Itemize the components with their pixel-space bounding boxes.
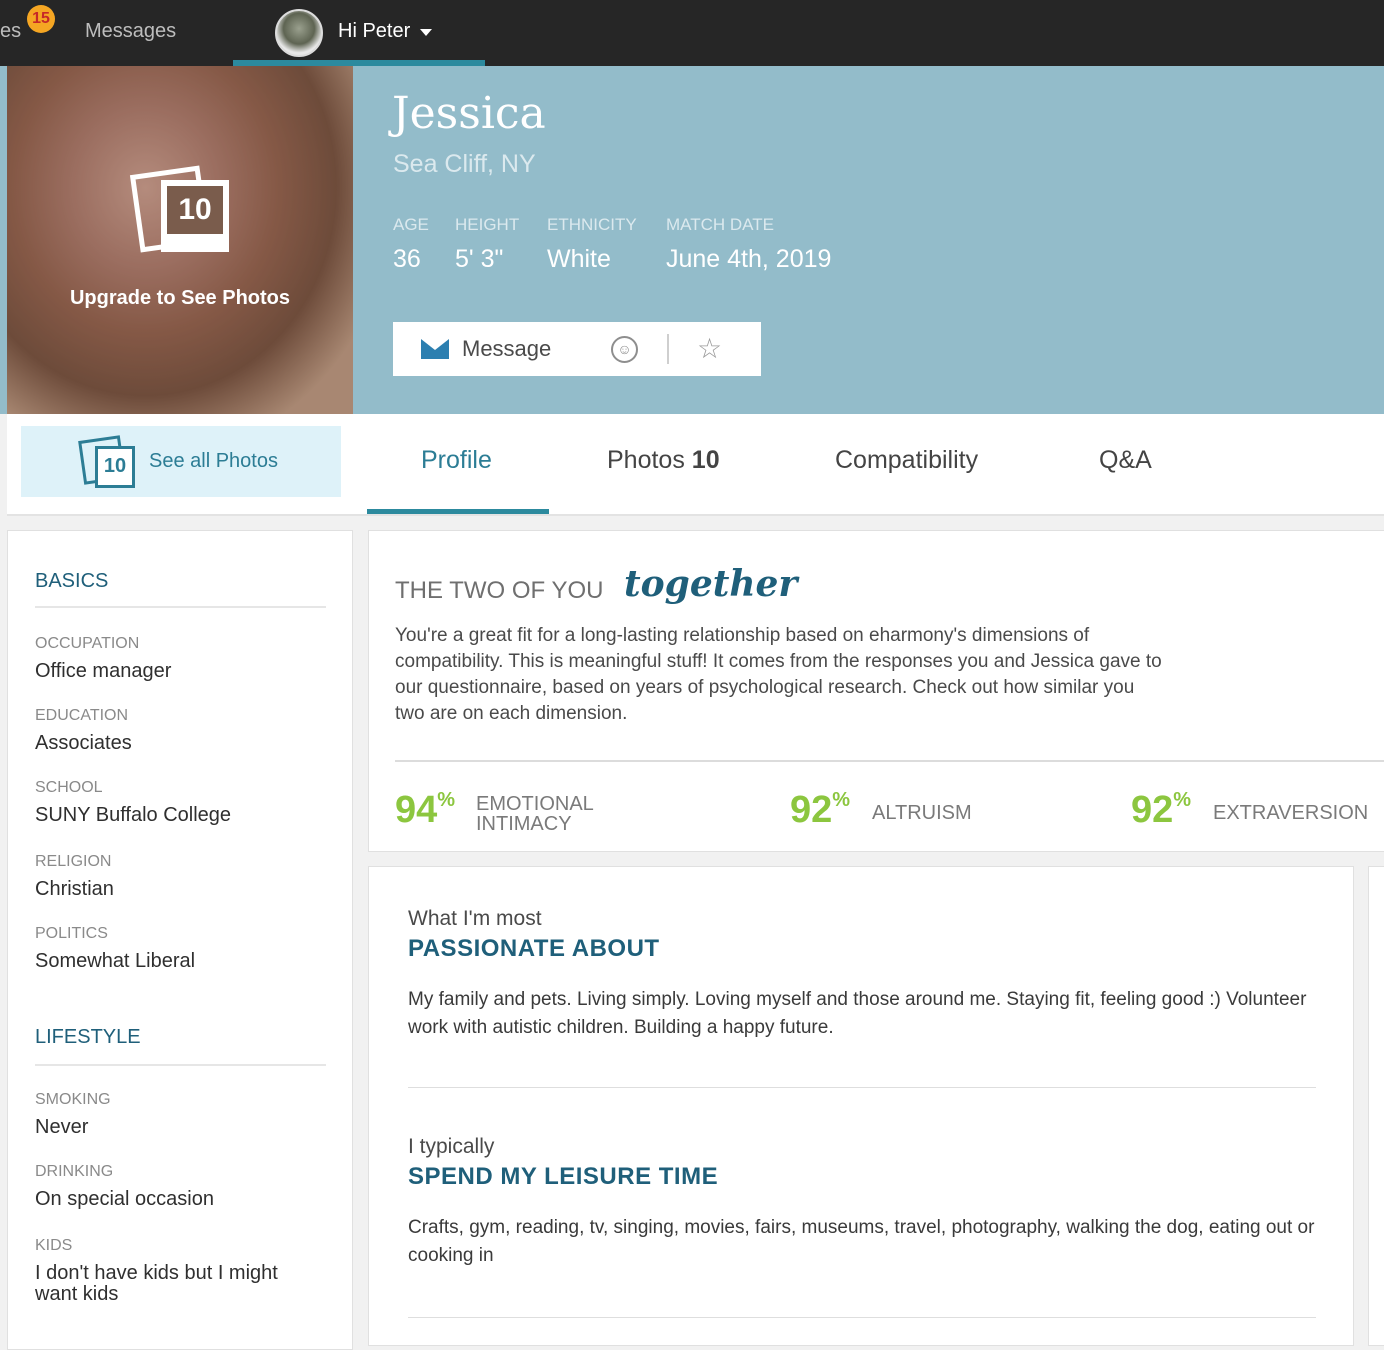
profile-photo-blurred[interactable]: 10 Upgrade to See Photos	[7, 66, 353, 414]
tab-qa[interactable]: Q&A	[1099, 446, 1152, 475]
essay-title: SPEND MY LEISURE TIME	[408, 1163, 719, 1190]
compat-script-word: together	[624, 563, 798, 605]
user-greeting: Hi Peter	[338, 20, 411, 42]
tab-compatibility[interactable]: Compatibility	[835, 446, 978, 475]
action-bar: Message ☺ ☆	[393, 322, 761, 376]
essay-prefix: I typically	[408, 1135, 495, 1158]
profile-name: Jessica	[392, 88, 546, 139]
user-avatar	[275, 9, 323, 57]
nav-item-partial[interactable]: es	[0, 20, 21, 43]
metric-percent: 92%	[790, 789, 850, 832]
stat-height: HEIGHT 5' 3"	[455, 215, 519, 274]
field-value: I don't have kids but I might	[35, 1262, 278, 1284]
user-menu[interactable]: Hi Peter	[233, 0, 485, 66]
field-value: SUNY Buffalo College	[35, 804, 232, 826]
metric-value: 94	[395, 789, 438, 831]
field-value: Somewhat Liberal	[35, 950, 196, 972]
star-icon[interactable]: ☆	[697, 332, 722, 365]
metric-unit: %	[832, 789, 851, 811]
stat-label: ETHNICITY	[547, 215, 637, 234]
essay-divider	[408, 1087, 1316, 1088]
nav-item-messages[interactable]: Messages	[85, 20, 176, 43]
field-label: SCHOOL	[35, 779, 103, 796]
photo-stack-icon: 10	[129, 164, 231, 254]
see-all-photos-button[interactable]: 10 See all Photos	[21, 426, 341, 497]
compat-divider	[395, 760, 1384, 762]
stat-value: 5' 3"	[455, 245, 504, 273]
essay-title: PASSIONATE ABOUT	[408, 935, 660, 962]
photos-icon: 10	[78, 435, 139, 490]
metric-percent: 92%	[1131, 789, 1191, 832]
field-label: DRINKING	[35, 1163, 114, 1180]
essay-divider	[408, 1317, 1316, 1318]
stat-value: White	[547, 245, 611, 273]
upgrade-to-see-photos[interactable]: Upgrade to See Photos	[7, 287, 353, 310]
stat-match-date: MATCH DATE June 4th, 2019	[666, 215, 831, 274]
field-label: SMOKING	[35, 1091, 111, 1108]
stat-label: HEIGHT	[455, 215, 520, 234]
field-value: Office manager	[35, 660, 172, 682]
see-all-photos-label: See all Photos	[149, 450, 278, 472]
essay-body: Crafts, gym, reading, tv, singing, movie…	[408, 1217, 1315, 1266]
tab-profile[interactable]: Profile	[421, 446, 492, 475]
metric-label: ALTRUISM	[872, 802, 972, 824]
metric-label: INTIMACY	[476, 813, 572, 835]
metric-unit: %	[437, 789, 456, 811]
field-label: KIDS	[35, 1237, 73, 1254]
stat-value: 36	[393, 245, 421, 273]
envelope-icon[interactable]	[421, 339, 449, 359]
lifestyle-title: LIFESTYLE	[35, 1026, 141, 1048]
top-nav: es 15 Messages Hi Peter	[0, 0, 1384, 66]
photos-icon-count: 10	[95, 446, 135, 488]
stat-value: June 4th, 2019	[666, 245, 832, 273]
field-value: On special occasion	[35, 1188, 214, 1210]
field-value: Associates	[35, 732, 132, 754]
metric-unit: %	[1173, 789, 1192, 811]
metric-value: 92	[1131, 789, 1174, 831]
stat-label: AGE	[393, 215, 429, 234]
essays-card: What I'm most PASSIONATE ABOUT My family…	[368, 866, 1354, 1346]
field-label: POLITICS	[35, 925, 108, 942]
smile-icon[interactable]: ☺	[611, 336, 638, 363]
details-card: BASICS OCCUPATION Office manager EDUCATI…	[7, 530, 353, 1350]
field-label: OCCUPATION	[35, 635, 140, 652]
active-tab-indicator	[367, 509, 549, 514]
stat-ethnicity: ETHNICITY White	[547, 215, 637, 274]
metric-label: EMOTIONAL	[476, 793, 594, 815]
action-divider	[667, 334, 669, 364]
tab-photos[interactable]: Photos 10	[607, 446, 720, 475]
stat-age: AGE 36	[393, 215, 429, 274]
compatibility-card: THE TWO OF YOU together You're a great f…	[368, 530, 1384, 852]
photo-count: 10	[167, 186, 223, 234]
field-label: EDUCATION	[35, 707, 129, 724]
compat-description: You're a great fit for a long-lasting re…	[395, 625, 1162, 724]
notification-badge: 15	[27, 5, 55, 33]
lifestyle-divider	[35, 1064, 326, 1066]
tab-photos-count: 10	[691, 446, 720, 474]
chevron-down-icon	[420, 29, 432, 36]
metric-value: 92	[790, 789, 833, 831]
message-button[interactable]: Message	[462, 336, 551, 362]
photo-stack-front: 10	[161, 180, 229, 252]
stat-label: MATCH DATE	[666, 215, 774, 234]
essay-body: My family and pets. Living simply. Lovin…	[408, 989, 1307, 1038]
profile-location: Sea Cliff, NY	[393, 150, 536, 178]
field-value: Never	[35, 1116, 89, 1138]
tab-photos-label: Photos	[607, 446, 685, 474]
basics-divider	[35, 606, 326, 608]
field-value: Christian	[35, 878, 114, 900]
field-value: want kids	[35, 1283, 119, 1305]
essay-prefix: What I'm most	[408, 907, 542, 930]
next-card-edge	[1368, 866, 1384, 1346]
metric-percent: 94%	[395, 789, 455, 832]
compat-heading: THE TWO OF YOU	[395, 577, 604, 604]
basics-title: BASICS	[35, 570, 109, 592]
metric-label: EXTRAVERSION	[1213, 802, 1369, 824]
field-label: RELIGION	[35, 853, 112, 870]
